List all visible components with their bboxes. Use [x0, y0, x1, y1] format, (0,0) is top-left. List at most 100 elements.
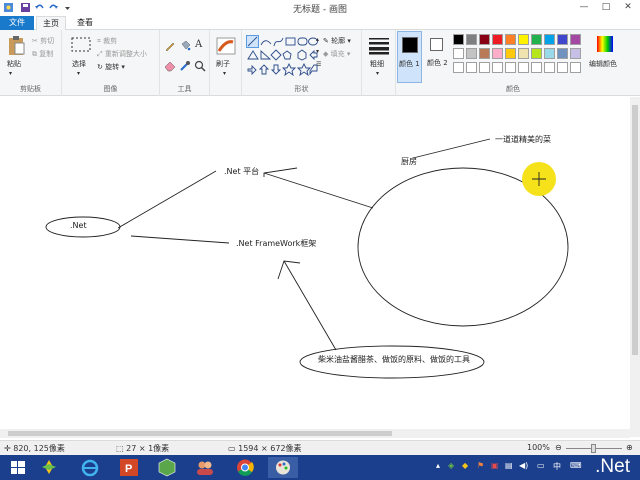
- shapes-scroll-up-icon[interactable]: ▴: [316, 36, 319, 43]
- palette-swatch[interactable]: [570, 34, 581, 45]
- magnifier-icon[interactable]: [194, 60, 206, 72]
- paste-icon[interactable]: [7, 35, 25, 57]
- zoom-in-button[interactable]: ⊕: [626, 443, 633, 452]
- cut-button[interactable]: ✂ 剪切: [32, 36, 54, 46]
- copy-button[interactable]: ⧉ 复制: [32, 49, 53, 59]
- tray-keyboard-icon[interactable]: ⌨: [570, 461, 582, 470]
- tray-arrow-icon[interactable]: ▴: [436, 461, 440, 470]
- text-dish: 一道道精美的菜: [495, 135, 551, 144]
- zoom-slider-thumb[interactable]: [591, 444, 596, 453]
- edit-colors-button[interactable]: 编辑颜色: [589, 59, 617, 69]
- palette-swatch[interactable]: [505, 62, 516, 73]
- minimize-button[interactable]: —: [574, 0, 594, 14]
- canvas-area[interactable]: .Net .Net 平台 .Net FrameWork框架 厨房 一道道精美的菜…: [0, 97, 630, 429]
- vertical-scrollbar[interactable]: [630, 97, 640, 437]
- shapes-scroll-down-icon[interactable]: ▾: [316, 48, 319, 55]
- brushes-group[interactable]: 刷子 ▾: [210, 30, 242, 96]
- palette-swatch[interactable]: [466, 34, 477, 45]
- tray-flag-icon[interactable]: ⚑: [477, 461, 484, 470]
- palette-swatch[interactable]: [505, 48, 516, 59]
- palette-swatch[interactable]: [492, 62, 503, 73]
- palette-swatch[interactable]: [531, 62, 542, 73]
- crop-button[interactable]: ⌗ 裁剪: [97, 36, 117, 46]
- palette-swatch[interactable]: [479, 34, 490, 45]
- fill-bucket-icon[interactable]: [179, 40, 191, 52]
- zoom-out-button[interactable]: ⊖: [555, 443, 562, 452]
- select-icon[interactable]: [70, 36, 92, 54]
- brushes-button[interactable]: 刷子: [216, 59, 230, 69]
- rotate-button[interactable]: ↻ 旋转 ▾: [97, 62, 125, 72]
- color-picker-icon[interactable]: [179, 60, 191, 72]
- clipboard-group: 粘贴 ▾ ✂ 剪切 ⧉ 复制 剪贴板: [0, 30, 62, 96]
- users-app-icon[interactable]: [190, 457, 220, 478]
- fill-button[interactable]: ◆ 填充 ▾: [323, 49, 350, 59]
- store-app-icon[interactable]: [34, 457, 64, 478]
- resize-button[interactable]: ⤢ 重新调整大小: [97, 49, 147, 59]
- start-button[interactable]: [3, 457, 33, 478]
- outline-button[interactable]: ✎ 轮廓 ▾: [323, 36, 351, 46]
- palette-swatch[interactable]: [479, 62, 490, 73]
- powerpoint-icon[interactable]: P: [114, 457, 144, 478]
- tab-file[interactable]: 文件: [0, 16, 34, 30]
- palette-swatch[interactable]: [518, 34, 529, 45]
- tray-app-icon[interactable]: ▣: [491, 461, 499, 470]
- size-dropdown-icon[interactable]: ▾: [376, 70, 379, 77]
- palette-swatch[interactable]: [557, 48, 568, 59]
- palette-swatch[interactable]: [544, 62, 555, 73]
- shapes-gallery[interactable]: [246, 35, 318, 77]
- tray-security-icon[interactable]: ◆: [462, 461, 468, 470]
- color1-selector[interactable]: 颜色 1: [397, 31, 422, 83]
- tray-display-icon[interactable]: ▭: [537, 461, 545, 470]
- cube-app-icon[interactable]: [152, 457, 182, 478]
- palette-swatch[interactable]: [570, 62, 581, 73]
- horizontal-scroll-thumb[interactable]: [8, 431, 392, 436]
- close-button[interactable]: ✕: [618, 0, 638, 14]
- vertical-scroll-thumb[interactable]: [632, 105, 638, 355]
- palette-swatch[interactable]: [518, 48, 529, 59]
- maximize-button[interactable]: □: [596, 0, 616, 14]
- color2-selector[interactable]: 颜色 2: [425, 31, 450, 83]
- palette-swatch[interactable]: [466, 62, 477, 73]
- palette-swatch[interactable]: [453, 34, 464, 45]
- select-button[interactable]: 选择: [72, 59, 86, 69]
- size-button[interactable]: 粗细: [370, 59, 384, 69]
- palette-swatch[interactable]: [557, 34, 568, 45]
- palette-swatch[interactable]: [492, 34, 503, 45]
- paste-button[interactable]: 粘贴: [7, 59, 21, 69]
- palette-swatch[interactable]: [531, 34, 542, 45]
- brush-icon[interactable]: [215, 36, 237, 56]
- tray-shield-icon[interactable]: ◈: [448, 461, 454, 470]
- paste-dropdown-icon[interactable]: ▾: [9, 70, 12, 77]
- horizontal-scrollbar[interactable]: [0, 429, 630, 438]
- paint-taskbar-icon[interactable]: [268, 457, 298, 478]
- tab-home[interactable]: 主页: [36, 16, 66, 30]
- palette-swatch[interactable]: [453, 62, 464, 73]
- palette-swatch[interactable]: [531, 48, 542, 59]
- palette-swatch[interactable]: [544, 34, 555, 45]
- palette-swatch[interactable]: [544, 48, 555, 59]
- tray-network-icon[interactable]: ▤: [505, 461, 513, 470]
- pencil-icon[interactable]: [164, 40, 176, 52]
- palette-swatch[interactable]: [570, 48, 581, 59]
- select-dropdown-icon[interactable]: ▾: [77, 70, 80, 77]
- palette-swatch[interactable]: [453, 48, 464, 59]
- tab-view[interactable]: 查看: [70, 16, 100, 30]
- eraser-icon[interactable]: [164, 60, 176, 72]
- text-tool-icon[interactable]: A: [195, 39, 202, 50]
- palette-swatch[interactable]: [557, 62, 568, 73]
- palette-swatch[interactable]: [518, 62, 529, 73]
- palette-swatch[interactable]: [479, 48, 490, 59]
- palette-swatch[interactable]: [466, 48, 477, 59]
- brushes-dropdown-icon[interactable]: ▾: [223, 70, 226, 77]
- tray-volume-icon[interactable]: ◀): [519, 461, 528, 470]
- input-method-indicator[interactable]: 中: [553, 461, 561, 472]
- edit-colors-icon[interactable]: [596, 35, 614, 53]
- ie-browser-icon[interactable]: [75, 457, 105, 478]
- palette-swatch[interactable]: [505, 34, 516, 45]
- size-icon[interactable]: [368, 37, 390, 55]
- drawing-canvas[interactable]: [0, 97, 630, 429]
- size-group[interactable]: 粗细 ▾: [362, 30, 396, 96]
- palette-swatch[interactable]: [492, 48, 503, 59]
- chrome-browser-icon[interactable]: [230, 457, 260, 478]
- shapes-more-icon[interactable]: ☰: [316, 61, 321, 68]
